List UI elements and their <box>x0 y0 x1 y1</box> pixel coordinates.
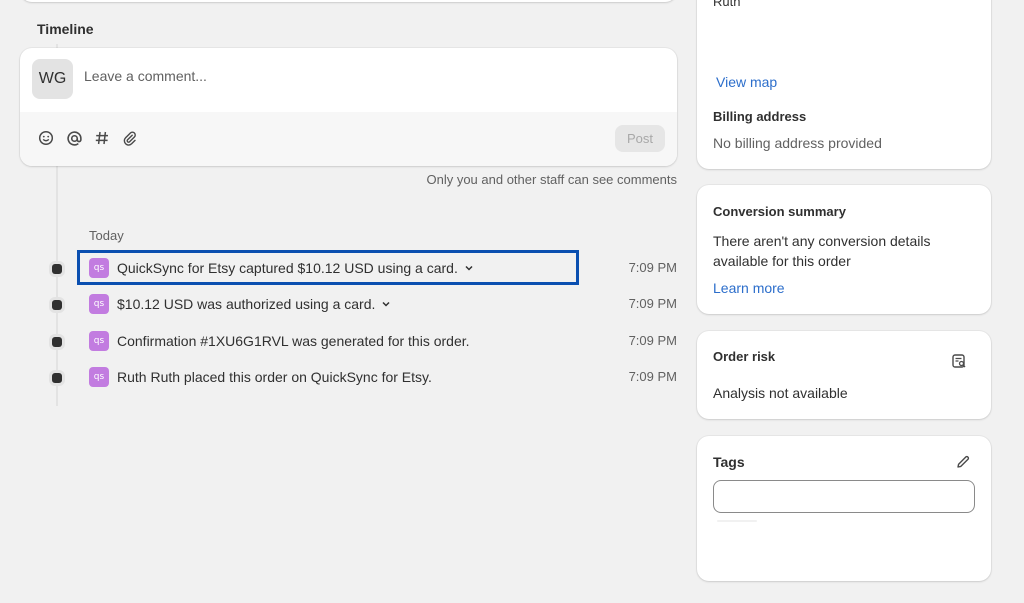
event-message: Ruth Ruth placed this order on QuickSync… <box>117 369 432 385</box>
order-risk-card: Order risk Analysis not available <box>697 331 991 419</box>
conversion-summary-card: Conversion summary There aren't any conv… <box>697 185 991 314</box>
timeline-event: qs Ruth Ruth placed this order on QuickS… <box>49 366 677 390</box>
event-time: 7:09 PM <box>628 333 677 348</box>
order-risk-value: Analysis not available <box>713 385 848 401</box>
timeline-dot <box>52 264 62 274</box>
quicksync-app-icon: qs <box>89 294 109 314</box>
shipping-name-partial: Ruth <box>713 0 741 9</box>
comment-toolbar: Post <box>20 112 677 166</box>
staff-visibility-note: Only you and other staff can see comment… <box>426 172 677 187</box>
tags-heading: Tags <box>713 454 745 470</box>
event-message: Confirmation #1XU6G1RVL was generated fo… <box>117 333 470 349</box>
quicksync-app-icon: qs <box>89 367 109 387</box>
event-message: $10.12 USD was authorized using a card. <box>117 296 391 312</box>
tags-input[interactable] <box>713 480 975 513</box>
conversion-summary-text: There aren't any conversion details avai… <box>713 233 931 269</box>
attachment-icon[interactable] <box>121 129 139 147</box>
tags-card: Tags <box>697 436 991 581</box>
customer-address-card: Ruth View map Billing address No billing… <box>697 0 991 169</box>
day-label: Today <box>89 228 124 243</box>
timeline-event[interactable]: qs $10.12 USD was authorized using a car… <box>49 293 677 317</box>
chevron-down-icon[interactable] <box>381 299 391 312</box>
quicksync-app-icon: qs <box>89 331 109 351</box>
event-time: 7:09 PM <box>628 296 677 311</box>
billing-address-heading: Billing address <box>713 109 807 124</box>
avatar: WG <box>32 59 73 99</box>
post-button[interactable]: Post <box>615 125 665 152</box>
event-time: 7:09 PM <box>628 260 677 275</box>
timeline-dot <box>52 337 62 347</box>
order-risk-heading: Order risk <box>713 349 776 364</box>
emoji-icon[interactable] <box>37 129 55 147</box>
comment-composer: WG Post <box>20 48 677 166</box>
timeline-heading: Timeline <box>37 21 94 37</box>
selection-highlight <box>77 250 579 285</box>
hashtag-icon[interactable] <box>93 129 111 147</box>
mention-icon[interactable] <box>65 129 83 147</box>
view-map-link[interactable]: View map <box>716 74 777 90</box>
timeline-dot <box>52 300 62 310</box>
event-time: 7:09 PM <box>628 369 677 384</box>
pencil-icon[interactable] <box>955 454 971 470</box>
previous-card-bottom <box>20 0 677 2</box>
tags-suggestion-placeholder <box>717 520 757 522</box>
timeline-event: qs Confirmation #1XU6G1RVL was generated… <box>49 330 677 354</box>
comment-input[interactable] <box>84 68 644 84</box>
timeline-dot <box>52 373 62 383</box>
learn-more-link[interactable]: Learn more <box>713 280 785 296</box>
billing-address-value: No billing address provided <box>713 135 882 151</box>
conversion-summary-heading: Conversion summary <box>713 204 846 219</box>
risk-details-icon[interactable] <box>951 353 969 371</box>
